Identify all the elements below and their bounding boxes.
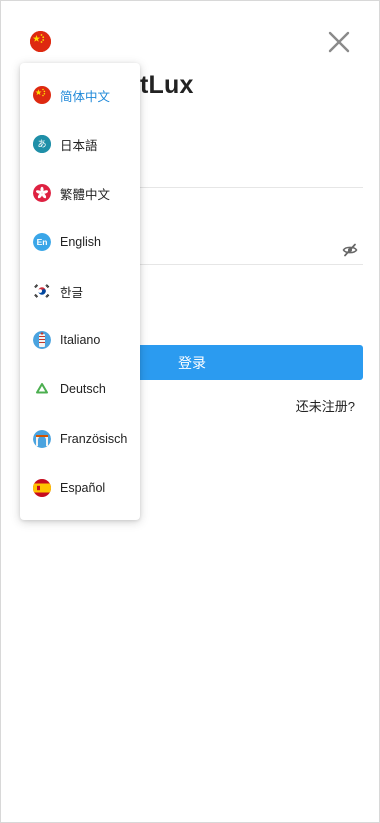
france-landmark-icon	[33, 430, 51, 448]
close-icon	[328, 31, 350, 53]
menu-item-label: 繁體中文	[60, 187, 111, 202]
menu-item-label: Deutsch	[60, 382, 106, 396]
menu-item-japanese[interactable]: あ 日本語	[20, 126, 140, 162]
menu-item-label: 日本語	[60, 138, 98, 153]
germany-recycle-icon	[33, 380, 51, 398]
spain-flag-icon	[33, 479, 51, 497]
english-en-icon: En	[33, 233, 51, 251]
register-link[interactable]: 还未注册?	[296, 396, 355, 415]
close-button[interactable]	[326, 29, 352, 55]
menu-item-label: English	[60, 235, 101, 249]
app-frame: tLux 登录 还未注册? 简体中文 あ 日本語 繁體中文 En English…	[0, 0, 380, 823]
menu-item-traditional-chinese[interactable]: 繁體中文	[20, 175, 140, 211]
toggle-password-visibility[interactable]	[342, 242, 358, 258]
eye-off-icon	[342, 243, 358, 257]
korea-flag-icon	[33, 282, 51, 300]
menu-item-korean[interactable]: 한글	[20, 273, 140, 309]
menu-item-label: Español	[60, 481, 106, 495]
hong-kong-flag-icon	[33, 184, 51, 202]
svg-text:En: En	[37, 237, 48, 247]
menu-item-german[interactable]: Deutsch	[20, 371, 140, 407]
menu-item-french[interactable]: Französisch	[20, 421, 140, 457]
menu-item-english[interactable]: En English	[20, 224, 140, 260]
menu-item-spanish[interactable]: Español	[20, 470, 140, 506]
menu-item-label: 한글	[60, 285, 84, 300]
china-flag-icon	[30, 31, 51, 52]
menu-item-simplified-chinese[interactable]: 简体中文	[20, 77, 140, 113]
menu-item-italian[interactable]: Italiano	[20, 322, 140, 358]
language-switch-button[interactable]	[30, 31, 51, 52]
menu-item-label: Italiano	[60, 333, 101, 347]
language-dropdown-menu: 简体中文 あ 日本語 繁體中文 En English 한글 Italiano D…	[20, 63, 140, 520]
app-title: tLux	[140, 71, 194, 99]
japanese-hiragana-icon: あ	[33, 135, 51, 153]
svg-text:あ: あ	[37, 139, 46, 150]
menu-item-label: 简体中文	[60, 89, 111, 104]
china-flag-icon	[33, 86, 51, 104]
italy-landmark-icon	[33, 331, 51, 349]
menu-item-label: Französisch	[60, 432, 128, 446]
